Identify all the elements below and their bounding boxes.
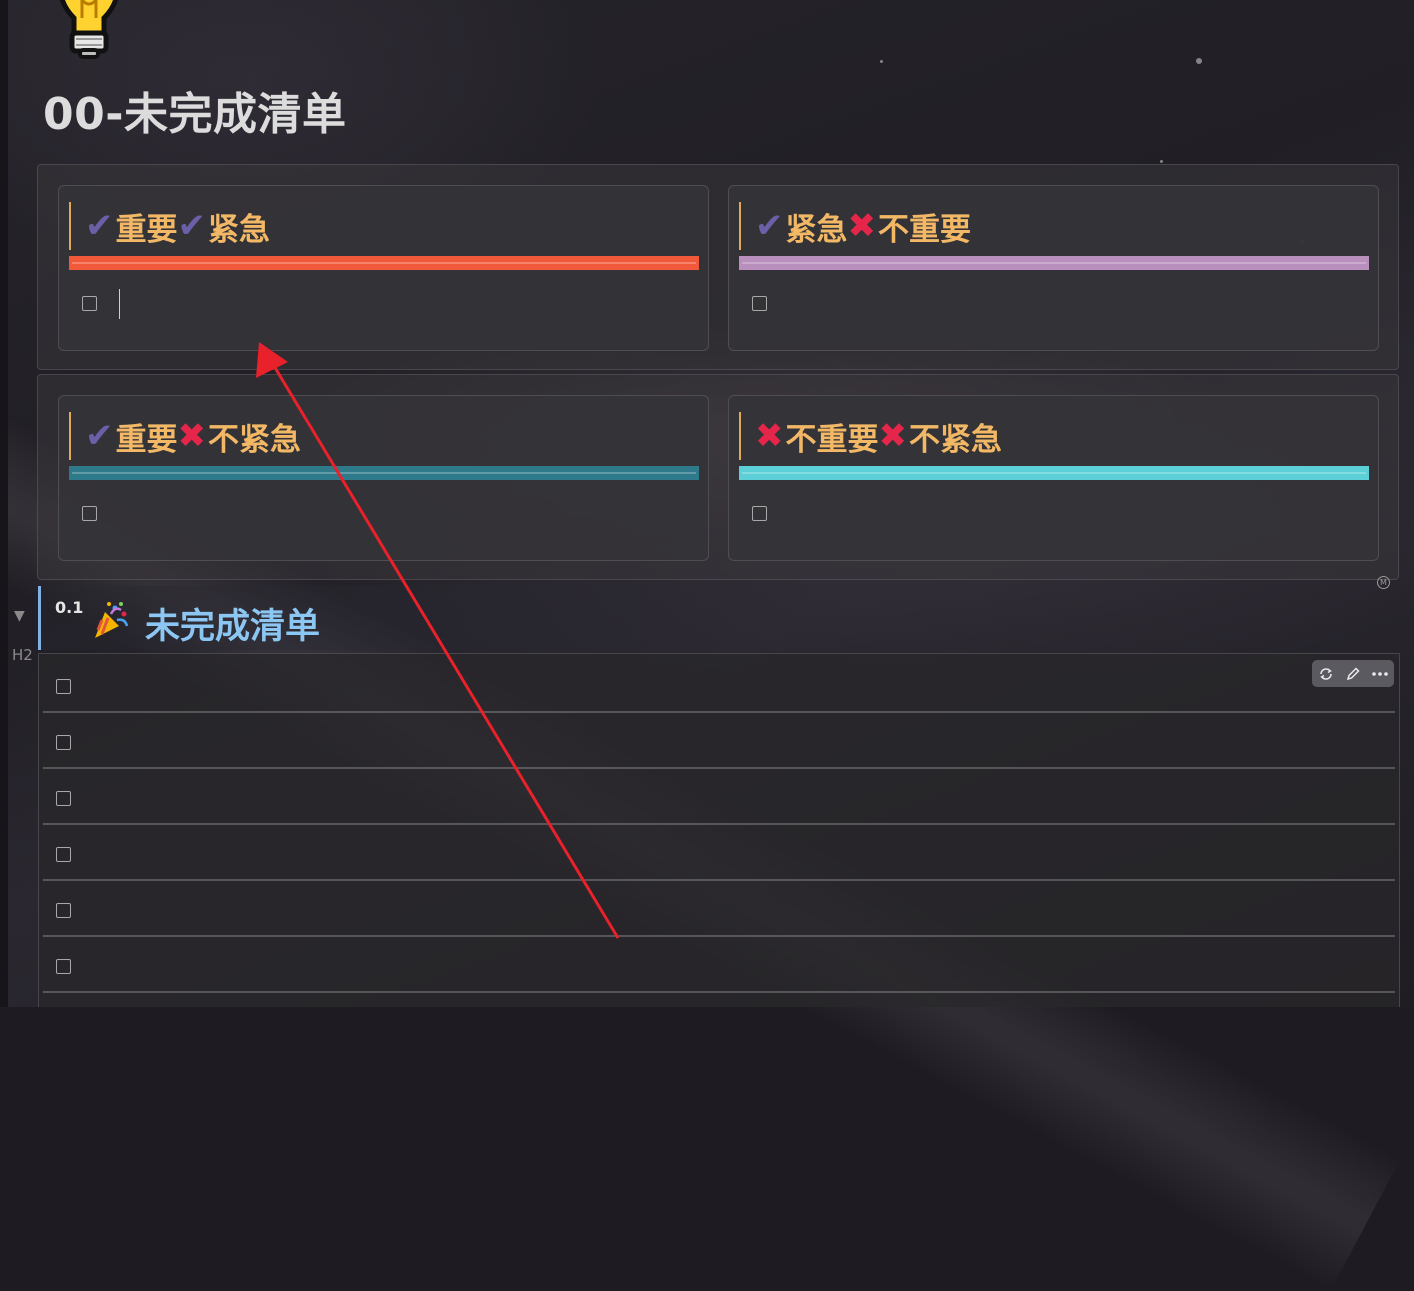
quadrant-card-important-not-urgent[interactable]: ✔ 重要 ✖ 不紧急 bbox=[58, 395, 709, 561]
background-star bbox=[1160, 160, 1163, 163]
todo-checkbox[interactable] bbox=[752, 506, 767, 521]
text-cursor bbox=[119, 289, 120, 319]
list-item[interactable] bbox=[43, 769, 1395, 825]
quadrant-title-part: 不重要 bbox=[878, 211, 971, 248]
refresh-icon[interactable] bbox=[1316, 664, 1336, 684]
section-heading[interactable]: 0.1 未完成清单 bbox=[38, 586, 641, 650]
quadrant-title-part: 紧急 bbox=[785, 211, 848, 248]
heading-text: 未完成清单 bbox=[145, 607, 321, 647]
list-item[interactable] bbox=[43, 881, 1395, 937]
m-badge-icon[interactable]: M bbox=[1377, 576, 1390, 589]
check-icon: ✔ bbox=[755, 206, 784, 246]
quadrant-row-top: ✔ 重要 ✔ 紧急 ✔ 紧急 ✖ 不重要 bbox=[37, 164, 1399, 370]
background-star bbox=[1196, 58, 1202, 64]
quadrant-title[interactable]: ✖ 不重要 ✖ 不紧急 bbox=[739, 412, 1002, 460]
todo-checkbox[interactable] bbox=[752, 296, 767, 311]
task-list bbox=[38, 653, 1400, 1007]
block-toolbar bbox=[1312, 660, 1394, 687]
quadrant-title-part: 重要 bbox=[115, 421, 178, 458]
todo-checkbox[interactable] bbox=[56, 903, 71, 918]
list-item[interactable] bbox=[43, 713, 1395, 769]
check-icon: ✔ bbox=[85, 416, 114, 456]
party-popper-icon bbox=[95, 602, 129, 638]
quadrant-divider bbox=[69, 466, 699, 480]
quadrant-title[interactable]: ✔ 重要 ✖ 不紧急 bbox=[69, 412, 301, 460]
edit-pencil-icon[interactable] bbox=[1343, 664, 1363, 684]
todo-checkbox[interactable] bbox=[82, 506, 97, 521]
page-title[interactable]: 00-未完成清单 bbox=[43, 78, 347, 142]
quadrant-divider bbox=[739, 256, 1369, 270]
quadrant-title[interactable]: ✔ 重要 ✔ 紧急 bbox=[69, 202, 270, 250]
more-options-icon[interactable] bbox=[1370, 664, 1390, 684]
quadrant-row-bottom: ✔ 重要 ✖ 不紧急 ✖ 不重要 ✖ 不紧急 bbox=[37, 374, 1399, 580]
quadrant-title-part: 不紧急 bbox=[208, 421, 301, 458]
quadrant-title-part: 不紧急 bbox=[909, 421, 1002, 458]
cross-icon: ✖ bbox=[755, 416, 784, 456]
list-item[interactable] bbox=[43, 937, 1395, 993]
background-star bbox=[880, 60, 883, 63]
quadrant-card-not-important-not-urgent[interactable]: ✖ 不重要 ✖ 不紧急 bbox=[728, 395, 1379, 561]
quadrant-title-part: 重要 bbox=[115, 211, 178, 248]
check-icon: ✔ bbox=[85, 206, 114, 246]
quadrant-card-important-urgent[interactable]: ✔ 重要 ✔ 紧急 bbox=[58, 185, 709, 351]
todo-checkbox[interactable] bbox=[56, 791, 71, 806]
todo-checkbox[interactable] bbox=[56, 679, 71, 694]
heading-level-tag: H2 bbox=[12, 646, 33, 664]
quadrant-divider bbox=[69, 256, 699, 270]
quadrant-title-part: 紧急 bbox=[208, 211, 270, 248]
list-item[interactable] bbox=[43, 657, 1395, 713]
left-edge-strip bbox=[0, 0, 8, 1007]
todo-checkbox[interactable] bbox=[82, 296, 97, 311]
cross-icon: ✖ bbox=[878, 416, 908, 456]
quadrant-title-part: 不重要 bbox=[785, 421, 879, 458]
quadrant-card-urgent-not-important[interactable]: ✔ 紧急 ✖ 不重要 bbox=[728, 185, 1379, 351]
list-item[interactable] bbox=[43, 825, 1395, 881]
cross-icon: ✖ bbox=[847, 206, 877, 246]
quadrant-title[interactable]: ✔ 紧急 ✖ 不重要 bbox=[739, 202, 971, 250]
todo-checkbox[interactable] bbox=[56, 959, 71, 974]
quadrant-divider bbox=[739, 466, 1369, 480]
heading-number: 0.1 bbox=[55, 598, 84, 617]
light-bulb-icon[interactable] bbox=[52, 0, 126, 60]
check-icon: ✔ bbox=[177, 206, 207, 246]
cross-icon: ✖ bbox=[177, 416, 207, 456]
todo-checkbox[interactable] bbox=[56, 847, 71, 862]
todo-checkbox[interactable] bbox=[56, 735, 71, 750]
collapse-triangle-icon[interactable]: ▼ bbox=[14, 608, 25, 624]
